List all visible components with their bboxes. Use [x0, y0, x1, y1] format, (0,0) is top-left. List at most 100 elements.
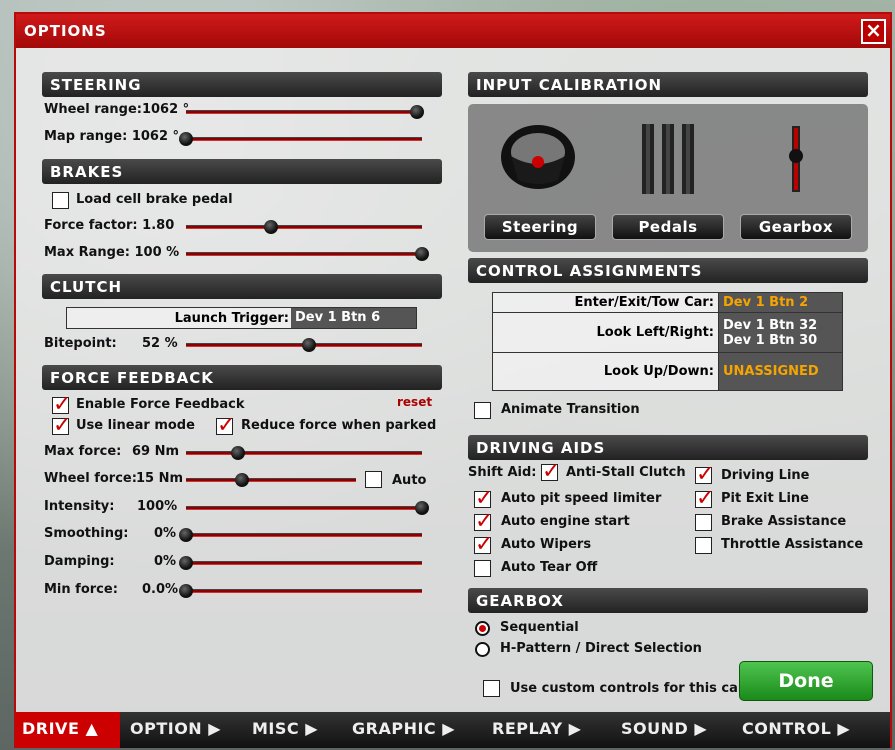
input-calibration-header: INPUT CALIBRATION: [468, 72, 868, 97]
control-assignments-header: CONTROL ASSIGNMENTS: [468, 258, 868, 283]
map-range-slider[interactable]: [179, 132, 422, 146]
driving-aids-header: DRIVING AIDS: [468, 435, 868, 460]
tab-drive[interactable]: DRIVE ▲: [16, 712, 120, 748]
tab-replay[interactable]: REPLAY ▶: [486, 712, 587, 748]
custom-controls-checkbox[interactable]: [483, 680, 500, 697]
driving-line-label: Driving Line: [721, 468, 810, 483]
table-row[interactable]: Enter/Exit/Tow Car: Dev 1 Btn 2: [492, 292, 843, 313]
slider-knob[interactable]: [415, 501, 429, 515]
hpattern-radio[interactable]: [475, 642, 490, 657]
done-button[interactable]: Done: [739, 661, 873, 701]
close-icon[interactable]: ×: [861, 19, 886, 44]
wheel-range-slider[interactable]: [186, 105, 425, 119]
map-range-label: Map range: 1062 °: [44, 129, 180, 144]
tear-off-checkbox[interactable]: [474, 560, 491, 577]
slider-knob[interactable]: [410, 105, 425, 119]
tab-sound[interactable]: SOUND ▶: [615, 712, 713, 748]
assignments-table: Enter/Exit/Tow Car: Dev 1 Btn 2 Look Lef…: [492, 292, 843, 391]
slider-knob[interactable]: [179, 132, 193, 146]
max-force-label: Max force:: [44, 444, 122, 459]
driving-line-checkbox[interactable]: [695, 462, 714, 487]
slider-knob[interactable]: [230, 446, 245, 460]
min-force-value: 0.0%: [142, 582, 179, 597]
intensity-slider[interactable]: [186, 501, 429, 515]
slider-knob[interactable]: [301, 338, 316, 352]
force-factor-label: Force factor: 1.80: [44, 218, 175, 233]
pedals-calibrate-button[interactable]: Pedals: [612, 214, 724, 240]
assignment-value-line: Dev 1 Btn 30: [723, 332, 818, 348]
bitepoint-value: 52 %: [142, 336, 178, 351]
engine-start-checkbox[interactable]: [474, 509, 493, 534]
slider-knob[interactable]: [179, 528, 193, 542]
wipers-checkbox[interactable]: [474, 532, 493, 557]
auto-checkbox[interactable]: [365, 471, 382, 488]
max-range-label: Max Range: 100 %: [44, 245, 180, 260]
load-cell-checkbox[interactable]: [52, 192, 69, 209]
slider-knob[interactable]: [263, 220, 278, 234]
gearbox-calibrate-button[interactable]: Gearbox: [740, 214, 852, 240]
shift-aid-label: Shift Aid:: [468, 465, 537, 480]
tab-misc[interactable]: MISC ▶: [246, 712, 324, 748]
options-window: OPTIONS × STEERING Wheel range:1062 ° Ma…: [14, 12, 892, 748]
assignment-value[interactable]: Dev 1 Btn 2: [718, 292, 843, 313]
max-force-value: 69 Nm: [132, 444, 180, 459]
auto-label: Auto: [392, 473, 427, 488]
steering-header: STEERING: [42, 72, 442, 97]
min-force-slider[interactable]: [179, 584, 422, 598]
bitepoint-slider[interactable]: [186, 338, 422, 352]
force-feedback-header: FORCE FEEDBACK: [42, 365, 442, 390]
animate-transition-checkbox[interactable]: [474, 402, 491, 419]
tab-control[interactable]: CONTROL ▶: [736, 712, 856, 748]
assignment-key: Look Left/Right:: [492, 312, 719, 353]
launch-trigger-label: Launch Trigger:: [174, 311, 289, 326]
table-row[interactable]: Look Left/Right: Dev 1 Btn 32 Dev 1 Btn …: [492, 312, 843, 353]
enable-ffb-checkbox[interactable]: [52, 392, 71, 417]
brakes-header: BRAKES: [42, 159, 442, 184]
wipers-label: Auto Wipers: [501, 537, 592, 552]
launch-trigger-row[interactable]: Launch Trigger: Dev 1 Btn 6: [66, 307, 417, 329]
max-range-slider[interactable]: [186, 247, 429, 261]
assignment-key: Enter/Exit/Tow Car:: [492, 292, 719, 313]
brake-assist-checkbox[interactable]: [695, 514, 712, 531]
tab-graphic[interactable]: GRAPHIC ▶: [346, 712, 461, 748]
smoothing-value: 0%: [154, 526, 177, 541]
slider-knob[interactable]: [235, 473, 250, 487]
bottom-tab-bar: DRIVE ▲ OPTION ▶ MISC ▶ GRAPHIC ▶ REPLAY…: [16, 712, 890, 748]
steering-calibrate-button[interactable]: Steering: [484, 214, 596, 240]
slider-knob[interactable]: [415, 247, 429, 261]
pit-exit-checkbox[interactable]: [695, 486, 714, 511]
smoothing-label: Smoothing:: [44, 526, 129, 541]
sequential-radio[interactable]: [475, 621, 490, 636]
linear-mode-checkbox[interactable]: [52, 413, 71, 438]
assignment-value[interactable]: UNASSIGNED: [718, 352, 843, 391]
brake-assist-label: Brake Assistance: [721, 514, 847, 529]
reset-link[interactable]: reset: [397, 395, 432, 409]
table-row[interactable]: Look Up/Down: UNASSIGNED: [492, 352, 843, 391]
enable-ffb-label: Enable Force Feedback: [76, 397, 245, 412]
wheel-force-slider[interactable]: [186, 473, 356, 487]
gearbox-header: GEARBOX: [468, 588, 868, 613]
load-cell-label: Load cell brake pedal: [76, 192, 233, 207]
throttle-assist-checkbox[interactable]: [695, 537, 712, 554]
launch-trigger-value[interactable]: Dev 1 Btn 6: [291, 308, 416, 328]
throttle-assist-label: Throttle Assistance: [721, 537, 864, 552]
slider-knob[interactable]: [179, 584, 193, 598]
wheel-range-label: Wheel range:1062 °: [44, 102, 190, 117]
anti-stall-checkbox[interactable]: [541, 459, 560, 484]
anti-stall-label: Anti-Stall Clutch: [566, 465, 686, 480]
linear-mode-label: Use linear mode: [76, 418, 195, 433]
slider-knob[interactable]: [179, 556, 193, 570]
force-factor-slider[interactable]: [186, 220, 422, 234]
damping-slider[interactable]: [179, 556, 422, 570]
assignment-value[interactable]: Dev 1 Btn 32 Dev 1 Btn 30: [718, 312, 843, 353]
damping-label: Damping:: [44, 554, 115, 569]
clutch-header: CLUTCH: [42, 274, 442, 299]
steering-wheel-icon: [501, 125, 575, 189]
smoothing-slider[interactable]: [179, 528, 422, 542]
max-force-slider[interactable]: [186, 446, 422, 460]
reduce-force-checkbox[interactable]: [216, 413, 235, 438]
tab-option[interactable]: OPTION ▶: [124, 712, 227, 748]
pit-limiter-checkbox[interactable]: [474, 486, 493, 511]
wheel-force-value: 15 Nm: [136, 471, 184, 486]
title-bar: OPTIONS ×: [16, 14, 890, 48]
